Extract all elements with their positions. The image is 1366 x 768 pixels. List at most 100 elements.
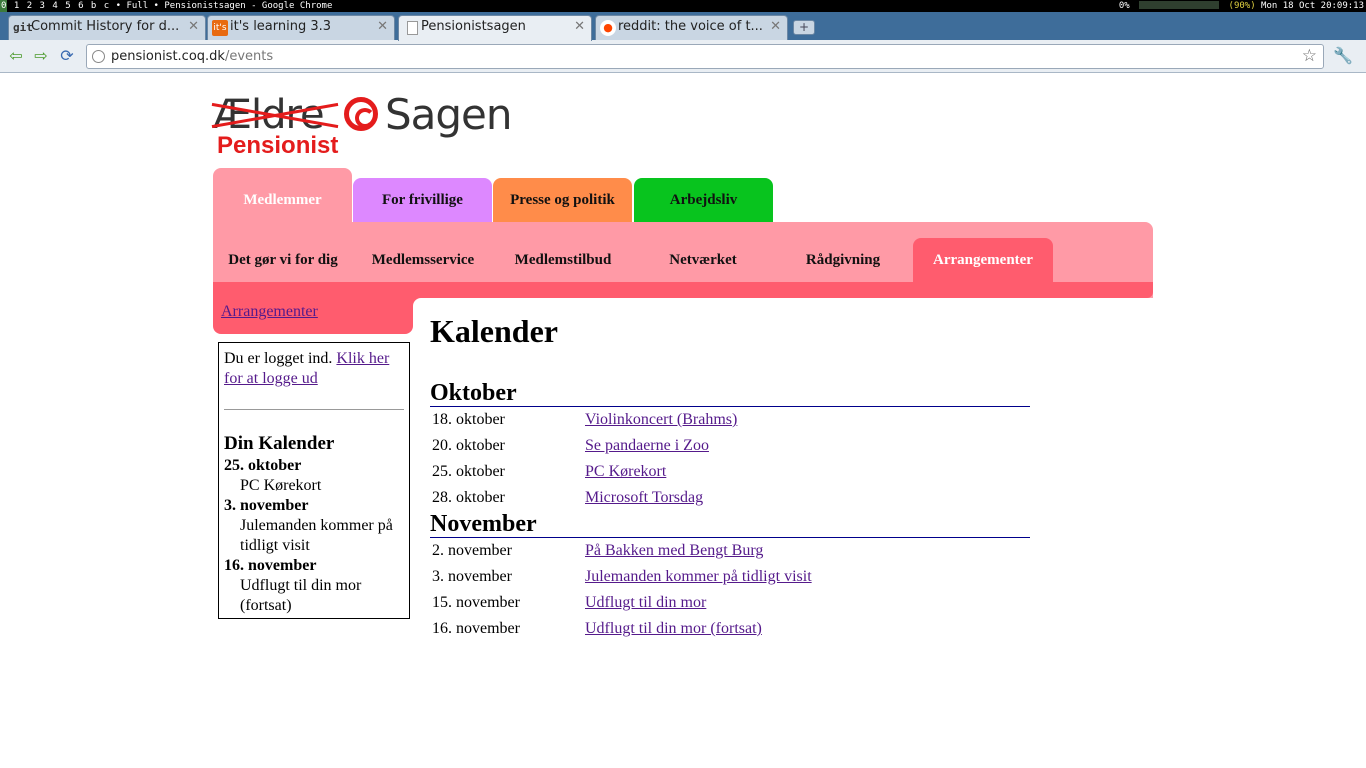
workspace-c[interactable]: c bbox=[103, 0, 110, 12]
event-link[interactable]: På Bakken med Bengt Burg bbox=[585, 538, 763, 564]
breadcrumb-link-arrangementer[interactable]: Arrangementer bbox=[221, 303, 318, 320]
main-calendar: Kalender Oktober 18. oktober Violinkonce… bbox=[430, 312, 1030, 642]
tab-title: Pensionistsagen bbox=[421, 19, 526, 34]
subnav-det-goer-vi-for-dig[interactable]: Det gør vi for dig bbox=[213, 238, 353, 282]
workspace-3[interactable]: 3 bbox=[39, 0, 46, 12]
tab-title: it's learning 3.3 bbox=[230, 19, 332, 34]
logo-word-pensionist: Pensionist bbox=[217, 132, 339, 159]
page-title: Kalender bbox=[430, 313, 558, 349]
close-icon[interactable]: ✕ bbox=[188, 16, 199, 38]
tab-git[interactable]: git Commit History for d... ✕ bbox=[8, 15, 206, 40]
workspace-2[interactable]: 2 bbox=[26, 0, 33, 12]
sidebar-entry-event: PC Kørekort bbox=[240, 477, 322, 494]
reload-icon[interactable]: ⟳ bbox=[57, 46, 77, 66]
tab-reddit[interactable]: ● reddit: the voice of t... ✕ bbox=[595, 15, 788, 40]
event-date: 15. november bbox=[432, 594, 520, 611]
logo-word-sagen: Sagen bbox=[385, 90, 513, 139]
new-tab-button[interactable]: + bbox=[793, 20, 815, 35]
event-date: 28. oktober bbox=[432, 489, 505, 506]
event-link[interactable]: PC Kørekort bbox=[585, 459, 666, 485]
month-heading: November bbox=[430, 511, 1030, 538]
event-link[interactable]: Udflugt til din mor bbox=[585, 590, 706, 616]
event-row: 16. november Udflugt til din mor (fortsa… bbox=[430, 616, 1030, 642]
address-bar[interactable]: pensionist.coq.dk/events ☆ bbox=[86, 44, 1324, 69]
workspace-b[interactable]: b bbox=[90, 0, 97, 12]
cpu-graph bbox=[1139, 1, 1220, 9]
reddit-icon: ● bbox=[600, 20, 616, 36]
browser-toolbar: ⇦ ⇨ ⟳ pensionist.coq.dk/events ☆ 🔧 bbox=[0, 40, 1366, 73]
event-link[interactable]: Udflugt til din mor (fortsat) bbox=[585, 616, 762, 642]
event-date: 25. oktober bbox=[432, 463, 505, 480]
swirl-logo-icon bbox=[344, 97, 378, 131]
event-row: 20. oktober Se pandaerne i Zoo bbox=[430, 433, 1030, 459]
wm-left: 0 1 2 3 4 5 6 b c • Full • Pensionistsag… bbox=[0, 0, 332, 12]
sidebar-entry-date: 16. november bbox=[224, 557, 317, 574]
back-arrow-icon[interactable]: ⇦ bbox=[6, 46, 26, 66]
star-icon[interactable]: ☆ bbox=[1302, 45, 1317, 68]
close-icon[interactable]: ✕ bbox=[770, 16, 781, 38]
tab-medlemmer[interactable]: Medlemmer bbox=[213, 168, 352, 222]
divider bbox=[224, 409, 404, 410]
git-icon: git bbox=[13, 21, 33, 34]
sidebar-entry-event: Udflugt til din mor (fortsat) bbox=[240, 577, 362, 614]
workspace-5[interactable]: 5 bbox=[64, 0, 71, 12]
event-link[interactable]: Se pandaerne i Zoo bbox=[585, 433, 709, 459]
page-content: Ældre Sagen Pensionist Medlemmer For fri… bbox=[0, 74, 1366, 768]
workspace-6[interactable]: 6 bbox=[77, 0, 84, 12]
sub-navigation: Det gør vi for dig Medlemsservice Medlem… bbox=[213, 222, 1153, 298]
wrench-icon[interactable]: 🔧 bbox=[1333, 46, 1353, 66]
sidebar-heading: Din Kalender bbox=[224, 433, 335, 454]
page-icon bbox=[407, 21, 418, 35]
wm-window-title: Pensionistsagen - Google Chrome bbox=[164, 1, 333, 11]
url-host: pensionist.coq.dk bbox=[111, 49, 225, 64]
event-date: 20. oktober bbox=[432, 437, 505, 454]
sidebar-entry-event: Julemanden kommer på tidligt visit bbox=[240, 517, 393, 554]
subnav-arrangementer[interactable]: Arrangementer bbox=[913, 238, 1053, 282]
tab-for-frivillige[interactable]: For frivillige bbox=[353, 178, 492, 222]
wm-status-bar: 0 1 2 3 4 5 6 b c • Full • Pensionistsag… bbox=[0, 0, 1366, 12]
site-logo[interactable]: Ældre Sagen Pensionist bbox=[211, 90, 513, 162]
tab-itslearning[interactable]: it's it's learning 3.3 ✕ bbox=[207, 15, 395, 40]
month-heading: Oktober bbox=[430, 380, 1030, 407]
sidebar-calendar-box: Du er logget ind. Klik her for at logge … bbox=[218, 342, 410, 619]
tab-presse-og-politik[interactable]: Presse og politik bbox=[493, 178, 632, 222]
url-path: /events bbox=[224, 49, 274, 64]
close-icon[interactable]: ✕ bbox=[574, 16, 585, 38]
tab-pensionistsagen[interactable]: Pensionistsagen ✕ bbox=[398, 15, 592, 41]
event-row: 2. november På Bakken med Bengt Burg bbox=[430, 538, 1030, 564]
subnav-medlemstilbud[interactable]: Medlemstilbud bbox=[493, 238, 633, 282]
event-row: 25. oktober PC Kørekort bbox=[430, 459, 1030, 485]
itslearning-icon: it's bbox=[212, 20, 228, 36]
event-date: 16. november bbox=[432, 620, 520, 637]
breadcrumb-corner bbox=[413, 298, 425, 306]
close-icon[interactable]: ✕ bbox=[377, 16, 388, 38]
subnav-raadgivning[interactable]: Rådgivning bbox=[773, 238, 913, 282]
workspace-1[interactable]: 1 bbox=[13, 0, 20, 12]
tab-strip: git Commit History for d... ✕ it's it's … bbox=[0, 12, 1366, 41]
subnav-medlemsservice[interactable]: Medlemsservice bbox=[353, 238, 493, 282]
breadcrumb: Arrangementer bbox=[213, 298, 413, 334]
event-date: 18. oktober bbox=[432, 411, 505, 428]
cpu-readout: 0% bbox=[1118, 1, 1130, 11]
workspace-4[interactable]: 4 bbox=[51, 0, 58, 12]
tab-title: Commit History for d... bbox=[31, 19, 180, 34]
tab-arbejdsliv[interactable]: Arbejdsliv bbox=[634, 178, 773, 222]
event-link[interactable]: Julemanden kommer på tidligt visit bbox=[585, 564, 812, 590]
event-row: 15. november Udflugt til din mor bbox=[430, 590, 1030, 616]
sidebar-entry-date: 25. oktober bbox=[224, 457, 302, 474]
forward-arrow-icon[interactable]: ⇨ bbox=[31, 46, 51, 66]
event-row: 28. oktober Microsoft Torsdag bbox=[430, 485, 1030, 511]
tab-title: reddit: the voice of t... bbox=[618, 19, 763, 34]
globe-icon bbox=[92, 50, 105, 63]
battery-readout: (90%) bbox=[1228, 1, 1256, 11]
workspace-0[interactable]: 0 bbox=[0, 0, 8, 12]
logged-in-text: Du er logget ind. bbox=[224, 350, 333, 367]
subnav-strip bbox=[213, 282, 1153, 298]
separator-icon: • bbox=[153, 1, 159, 11]
event-link[interactable]: Violinkoncert (Brahms) bbox=[585, 407, 737, 433]
event-date: 2. november bbox=[432, 542, 512, 559]
event-link[interactable]: Microsoft Torsdag bbox=[585, 485, 703, 511]
subnav-netvaerket[interactable]: Netværket bbox=[633, 238, 773, 282]
separator-icon: • bbox=[115, 1, 122, 11]
wm-right: 0% (90%) Mon 18 Oct 20:09:13 bbox=[1119, 0, 1364, 12]
